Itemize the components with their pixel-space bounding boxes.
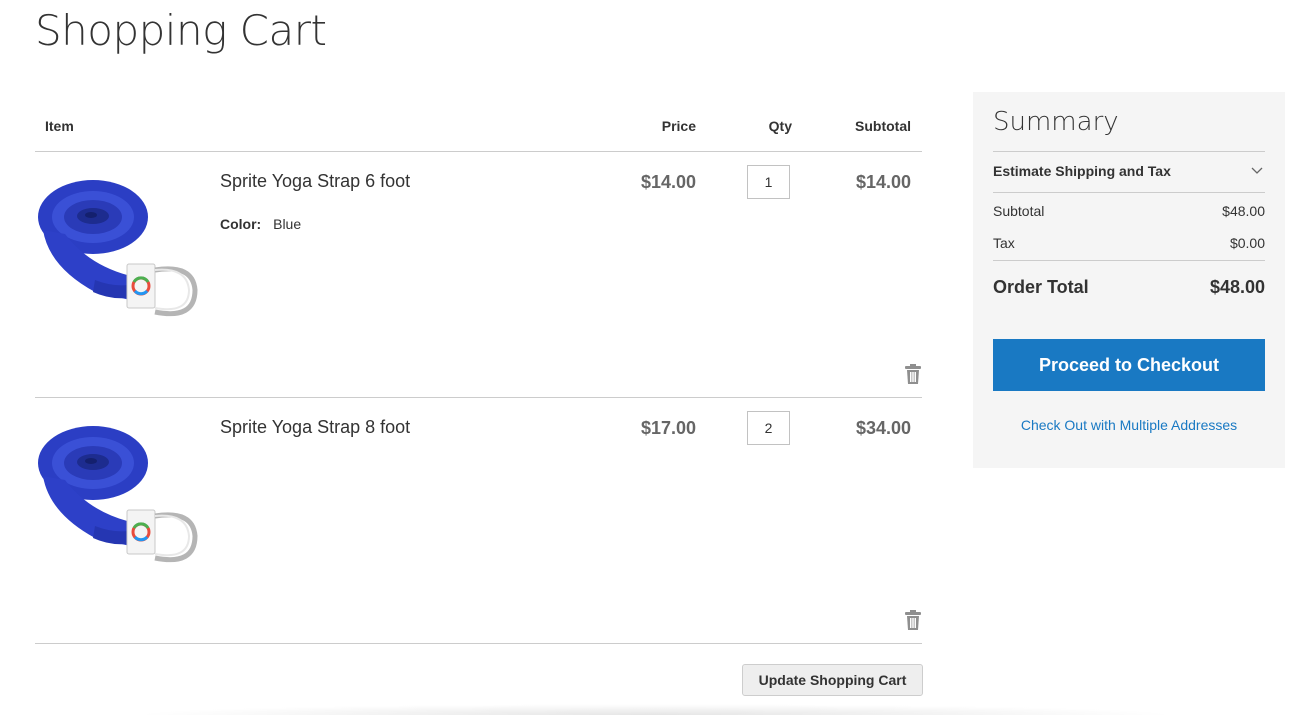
header-subtotal: Subtotal: [855, 118, 911, 134]
yoga-strap-icon[interactable]: [35, 418, 200, 568]
chevron-down-icon: [1251, 167, 1263, 174]
footer-shadow: [130, 704, 1180, 715]
product-name[interactable]: Sprite Yoga Strap 6 foot: [220, 171, 410, 192]
product-name[interactable]: Sprite Yoga Strap 8 foot: [220, 417, 410, 438]
tax-label: Tax: [993, 235, 1015, 251]
tax-row: Tax $0.00: [993, 225, 1265, 257]
yoga-strap-icon[interactable]: [35, 172, 200, 322]
estimate-shipping-toggle[interactable]: Estimate Shipping and Tax: [993, 151, 1265, 193]
order-total-label: Order Total: [993, 277, 1089, 297]
trash-icon[interactable]: [905, 610, 921, 630]
cart-table: Item Price Qty Subtotal Sprite Yoga Stra…: [35, 100, 922, 644]
page-title: Shopping Cart: [35, 6, 327, 55]
header-price: Price: [661, 118, 696, 134]
tax-value: $0.00: [1229, 235, 1265, 251]
cart-item-row: Sprite Yoga Strap 6 foot Color: Blue $14…: [35, 152, 922, 398]
summary-title: Summary: [993, 107, 1119, 137]
cart-table-header: Item Price Qty Subtotal: [35, 100, 922, 152]
cart-item-row: Sprite Yoga Strap 8 foot $17.00 $34.00: [35, 398, 922, 644]
estimate-shipping-label: Estimate Shipping and Tax: [993, 163, 1171, 179]
item-subtotal: $34.00: [855, 418, 911, 438]
subtotal-row: Subtotal $48.00: [993, 193, 1265, 225]
qty-input[interactable]: [747, 411, 790, 445]
qty-input[interactable]: [747, 165, 790, 199]
subtotal-label: Subtotal: [993, 203, 1045, 219]
item-price: $17.00: [640, 418, 696, 438]
product-option: Color: Blue: [220, 216, 301, 232]
header-qty: Qty: [768, 118, 792, 134]
update-cart-button[interactable]: Update Shopping Cart: [742, 664, 923, 696]
item-subtotal: $14.00: [855, 172, 911, 192]
summary-panel: Summary Estimate Shipping and Tax Subtot…: [973, 92, 1285, 468]
option-label: Color:: [220, 216, 262, 232]
header-item: Item: [45, 118, 74, 134]
option-value: Blue: [273, 216, 302, 232]
proceed-to-checkout-button[interactable]: Proceed to Checkout: [993, 339, 1265, 391]
trash-icon[interactable]: [905, 364, 921, 384]
subtotal-value: $48.00: [1222, 203, 1265, 219]
order-total-value: $48.00: [1209, 277, 1265, 297]
order-total-row: Order Total $48.00: [993, 260, 1265, 313]
item-price: $14.00: [640, 172, 696, 192]
multiple-addresses-link[interactable]: Check Out with Multiple Addresses: [993, 417, 1265, 433]
